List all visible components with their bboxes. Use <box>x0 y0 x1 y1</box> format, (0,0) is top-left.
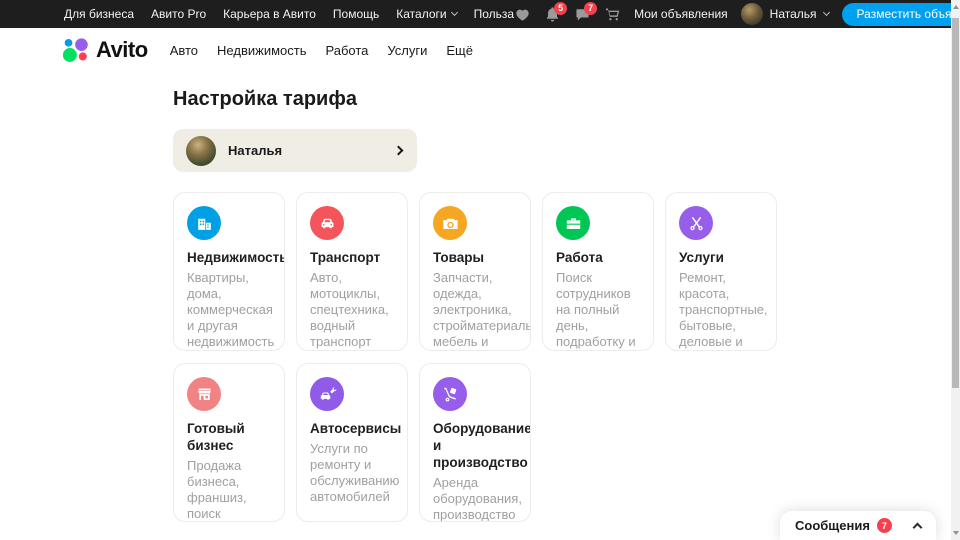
category-grid: Недвижимость Квартиры, дома, коммерческа… <box>173 192 778 522</box>
scissors-icon <box>679 206 713 240</box>
category-description: Продажа бизнеса, франшиз, поиск партнёро… <box>187 458 271 522</box>
page-title: Настройка тарифа <box>173 88 778 111</box>
category-card-jobs[interactable]: Работа Поиск сотрудников на полный день,… <box>542 192 654 351</box>
category-description: Запчасти, одежда, электроника, строймате… <box>433 270 517 351</box>
main-content: Настройка тарифа Наталья Недвижимость Кв… <box>173 88 778 522</box>
category-card-transport[interactable]: Транспорт Авто, мотоциклы, спецтехника, … <box>296 192 408 351</box>
favorites-heart-icon[interactable] <box>514 6 531 23</box>
messages-panel[interactable]: Сообщения 7 <box>780 511 936 540</box>
category-description: Авто, мотоциклы, спецтехника, водный тра… <box>310 270 394 350</box>
nav-jobs[interactable]: Работа <box>325 43 368 58</box>
category-title: Работа <box>556 249 640 266</box>
category-description: Услуги по ремонту и обслуживанию автомоб… <box>310 441 394 505</box>
category-card-equipment[interactable]: Оборудование и производство Аренда обору… <box>419 363 531 522</box>
hand-truck-icon <box>433 377 467 411</box>
vertical-scrollbar[interactable] <box>951 0 960 540</box>
category-title: Недвижимость <box>187 249 271 266</box>
nav-services[interactable]: Услуги <box>387 43 427 58</box>
category-title: Услуги <box>679 249 763 266</box>
category-title: Готовый бизнес <box>187 420 271 454</box>
category-nav: Авто Недвижимость Работа Услуги Ещё <box>170 43 473 58</box>
profile-name: Наталья <box>228 143 282 158</box>
nav-for-business[interactable]: Для бизнеса <box>64 7 134 21</box>
messages-count-badge: 7 <box>877 518 892 533</box>
chevron-down-icon <box>451 9 458 16</box>
profile-avatar <box>186 136 216 166</box>
chevron-right-icon <box>394 146 404 156</box>
camera-icon <box>433 206 467 240</box>
building-icon <box>187 206 221 240</box>
category-description: Поиск сотрудников на полный день, подраб… <box>556 270 640 351</box>
nav-career[interactable]: Карьера в Авито <box>223 7 316 21</box>
topbar: Для бизнеса Авито Pro Карьера в Авито По… <box>0 0 960 28</box>
briefcase-icon <box>556 206 590 240</box>
messages-badge: 7 <box>584 2 597 15</box>
cart-icon[interactable] <box>604 6 621 23</box>
nav-catalogs[interactable]: Каталоги <box>396 7 456 21</box>
nav-help[interactable]: Помощь <box>333 7 379 21</box>
category-card-car-service[interactable]: Автосервисы Услуги по ремонту и обслужив… <box>296 363 408 522</box>
scroll-down-arrow-icon[interactable] <box>953 531 959 535</box>
notifications-bell-icon[interactable]: 5 <box>544 6 561 23</box>
category-card-ready-business[interactable]: Готовый бизнес Продажа бизнеса, франшиз,… <box>173 363 285 522</box>
nav-auto[interactable]: Авто <box>170 43 198 58</box>
avito-logo-text: Avito <box>96 37 148 63</box>
scrollbar-thumb[interactable] <box>952 18 959 388</box>
profile-card[interactable]: Наталья <box>173 129 417 172</box>
avito-logo[interactable]: Avito <box>62 37 148 64</box>
nav-avito-pro[interactable]: Авито Pro <box>151 7 206 21</box>
category-card-realty[interactable]: Недвижимость Квартиры, дома, коммерческа… <box>173 192 285 351</box>
car-service-icon <box>310 377 344 411</box>
user-menu[interactable]: Наталья <box>741 3 829 25</box>
nav-more[interactable]: Ещё <box>446 43 473 58</box>
storefront-icon <box>187 377 221 411</box>
nav-realty[interactable]: Недвижимость <box>217 43 306 58</box>
nav-polza[interactable]: Польза <box>474 7 514 21</box>
post-ad-button[interactable]: Разместить объявление <box>842 3 960 26</box>
topbar-links: Для бизнеса Авито Pro Карьера в Авито По… <box>64 7 514 21</box>
category-title: Автосервисы <box>310 420 394 437</box>
site-header: Avito Авто Недвижимость Работа Услуги Ещ… <box>0 28 960 72</box>
user-name: Наталья <box>770 7 817 21</box>
category-title: Товары <box>433 249 517 266</box>
category-card-services[interactable]: Услуги Ремонт, красота, транспортные, бы… <box>665 192 777 351</box>
car-icon <box>310 206 344 240</box>
user-avatar <box>741 3 763 25</box>
category-title: Оборудование и производство <box>433 420 517 471</box>
category-card-goods[interactable]: Товары Запчасти, одежда, электроника, ст… <box>419 192 531 351</box>
messages-label: Сообщения <box>795 518 870 533</box>
category-description: Аренда оборудования, производство и обра… <box>433 475 517 522</box>
topbar-right: 5 7 Мои объявления Наталья Разместить об… <box>514 3 960 26</box>
category-description: Ремонт, красота, транспортные, бытовые, … <box>679 270 763 351</box>
notifications-badge: 5 <box>554 2 567 15</box>
my-ads-link[interactable]: Мои объявления <box>634 7 728 21</box>
messages-chat-icon[interactable]: 7 <box>574 6 591 23</box>
scroll-up-arrow-icon[interactable] <box>953 5 959 9</box>
chevron-up-icon <box>913 523 923 533</box>
chevron-down-icon <box>823 9 830 16</box>
category-description: Квартиры, дома, коммерческая и другая не… <box>187 270 271 350</box>
nav-catalogs-label: Каталоги <box>396 7 446 21</box>
category-title: Транспорт <box>310 249 394 266</box>
avito-logo-icon <box>62 37 89 64</box>
